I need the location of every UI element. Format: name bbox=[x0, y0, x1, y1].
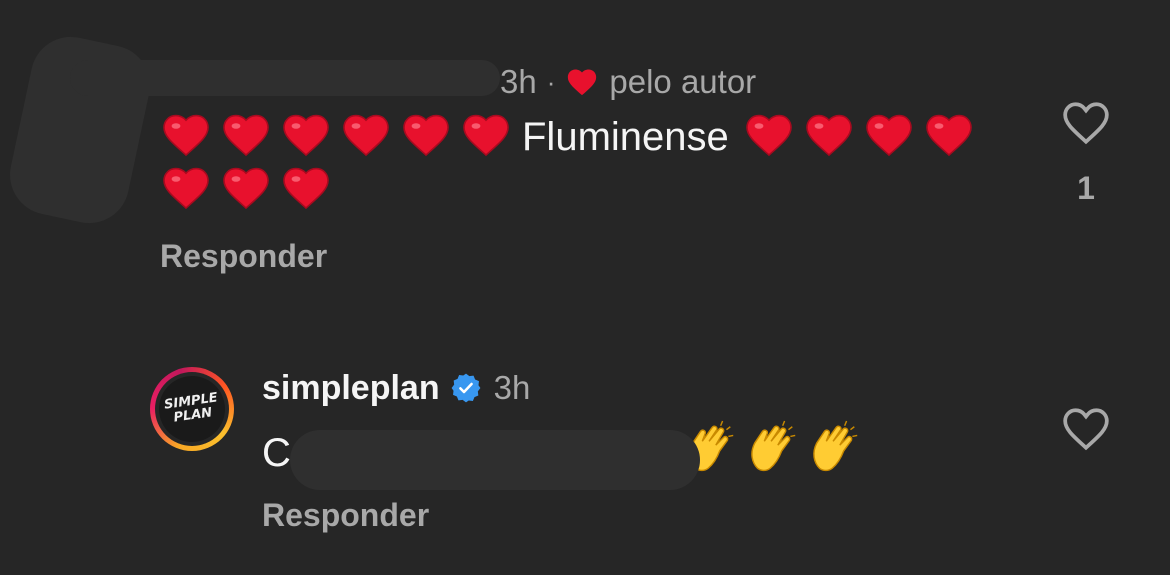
comment-1-line-2 bbox=[160, 163, 1020, 215]
comment-1-like: 1 bbox=[1056, 100, 1116, 207]
comment-1-word: Fluminense bbox=[522, 115, 729, 159]
comment-2-meta: simpleplan 3h bbox=[262, 366, 530, 410]
liked-by-author-label: pelo autor bbox=[609, 63, 757, 100]
hearts-before bbox=[160, 112, 520, 159]
red-heart-emoji bbox=[280, 110, 332, 158]
reply-button[interactable]: Responder bbox=[160, 238, 327, 275]
heart-outline-icon[interactable] bbox=[1061, 100, 1111, 146]
hearts-after bbox=[743, 112, 983, 159]
heart-outline-icon[interactable] bbox=[1061, 406, 1111, 452]
red-heart-emoji bbox=[160, 163, 212, 211]
red-heart-emoji bbox=[160, 110, 212, 158]
clapping-hands-emoji bbox=[744, 420, 806, 486]
red-heart-emoji bbox=[803, 110, 855, 158]
comment-2-like bbox=[1056, 406, 1116, 452]
like-count: 1 bbox=[1077, 170, 1095, 206]
red-heart-emoji bbox=[460, 110, 512, 158]
comment-1-text: Fluminense bbox=[160, 110, 1020, 215]
hearts-line-2 bbox=[160, 165, 340, 212]
comment-2-time: 3h bbox=[493, 369, 531, 406]
heart-filled-icon bbox=[565, 65, 599, 99]
verified-badge-icon bbox=[451, 373, 481, 403]
comment-1-time: 3h bbox=[500, 63, 537, 100]
red-heart-emoji bbox=[220, 110, 272, 158]
comment-1-line-1: Fluminense bbox=[160, 110, 1020, 163]
red-heart-emoji bbox=[340, 110, 392, 158]
redaction-scribble bbox=[70, 60, 500, 96]
redaction-scribble bbox=[290, 430, 700, 490]
simpleplan-logo: SIMPLE PLAN bbox=[154, 371, 230, 447]
red-heart-emoji bbox=[863, 110, 915, 158]
red-heart-emoji bbox=[743, 110, 795, 158]
comment-2-username[interactable]: simpleplan bbox=[262, 369, 440, 408]
meta-separator: · bbox=[546, 66, 556, 97]
clapping-hands-emoji bbox=[806, 420, 868, 486]
red-heart-emoji bbox=[923, 110, 975, 158]
red-heart-emoji bbox=[400, 110, 452, 158]
red-heart-emoji bbox=[280, 163, 332, 211]
reply-button[interactable]: Responder bbox=[262, 497, 429, 534]
avatar[interactable]: SIMPLE PLAN bbox=[150, 367, 234, 451]
red-heart-emoji bbox=[220, 163, 272, 211]
comments-page: arilo 3h · pelo autor Fluminense Respond… bbox=[0, 0, 1170, 575]
